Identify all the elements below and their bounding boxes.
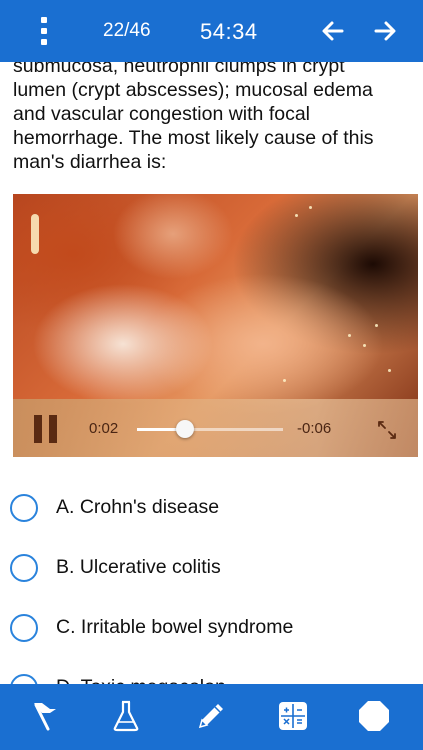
radio-button[interactable] (10, 554, 38, 582)
question-stem: submucosa, neutrophil clumps in crypt lu… (13, 54, 413, 174)
answer-option-c[interactable]: C. Irritable bowel syndrome (0, 607, 423, 655)
answer-label: A. Crohn's disease (56, 496, 220, 518)
calculator-icon[interactable] (276, 699, 310, 733)
pause-icon[interactable] (34, 415, 58, 443)
exam-timer: 54:34 (200, 19, 258, 44)
radio-button[interactable] (10, 494, 38, 522)
arrow-left-icon[interactable] (320, 18, 346, 44)
current-time: 0:02 (89, 420, 119, 437)
video-speck (283, 379, 286, 382)
video-speck (348, 334, 351, 337)
video-speck (309, 206, 312, 209)
question-line: hemorrhage. The most likely cause of thi… (13, 127, 374, 149)
answer-label: C. Irritable bowel syndrome (56, 616, 294, 638)
pencil-icon[interactable] (194, 699, 228, 733)
radio-button[interactable] (10, 614, 38, 642)
endoscopy-video-player[interactable]: 0:02 -0:06 (13, 194, 418, 457)
remaining-time: -0:06 (297, 420, 332, 437)
video-speck (363, 344, 366, 347)
arrow-right-icon[interactable] (372, 18, 398, 44)
question-line: man's diarrhea is: (13, 151, 167, 173)
video-controls: 0:02 -0:06 (13, 399, 418, 457)
stop-icon[interactable] (357, 699, 391, 733)
question-line: and vascular congestion with focal (13, 103, 311, 125)
video-speck (388, 369, 391, 372)
video-scrubber[interactable] (137, 420, 283, 438)
question-line: lumen (crypt abscesses); mucosal edema (13, 79, 373, 101)
bottom-toolbar (0, 684, 423, 750)
question-counter: 22/46 (103, 20, 151, 41)
top-navigation-bar: 22/46 54:34 (0, 0, 423, 62)
lab-flask-icon[interactable] (109, 699, 143, 733)
flag-icon[interactable] (28, 699, 62, 733)
scrubber-knob[interactable] (176, 420, 195, 438)
video-speck (375, 324, 378, 327)
vertical-dots-icon[interactable] (34, 17, 54, 45)
answer-label: B. Ulcerative colitis (56, 556, 221, 578)
answer-option-a[interactable]: A. Crohn's disease (0, 487, 423, 535)
expand-icon[interactable] (376, 419, 398, 441)
answer-option-b[interactable]: B. Ulcerative colitis (0, 547, 423, 595)
video-highlight (31, 214, 39, 254)
video-speck (295, 214, 298, 217)
